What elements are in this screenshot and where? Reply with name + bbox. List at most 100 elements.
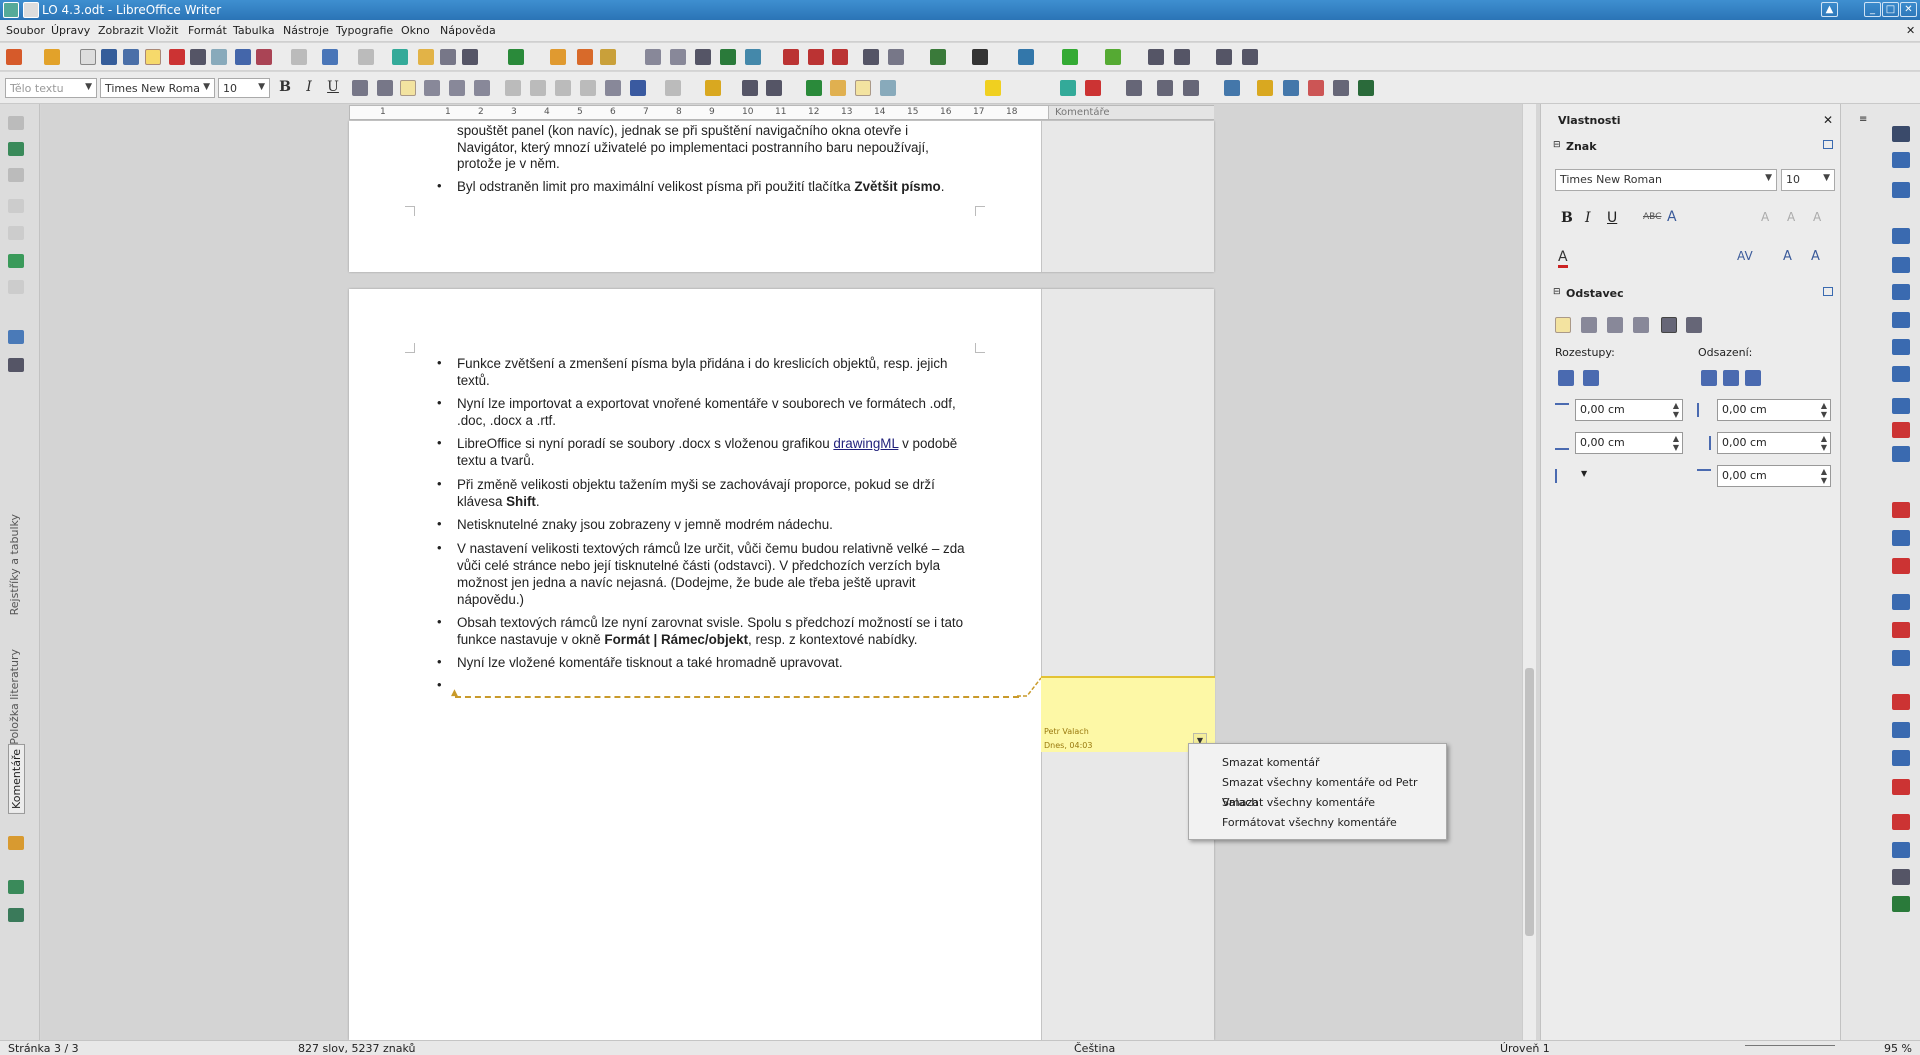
more-options-icon[interactable] [1823, 287, 1833, 296]
print-icon[interactable] [190, 49, 206, 65]
left-tool-icon-1[interactable] [8, 116, 24, 130]
collapse-icon[interactable]: ⊟ [1553, 140, 1561, 150]
increase-spacing-icon[interactable] [1558, 370, 1574, 386]
above-spacing-input[interactable]: 0,00 cm ▲ ▼ [1575, 399, 1683, 421]
font-color-icon[interactable]: A [1558, 249, 1568, 268]
find-icon[interactable] [508, 49, 524, 65]
auto-spellcheck-icon[interactable] [256, 49, 272, 65]
numbering-icon[interactable] [505, 80, 521, 96]
deck-icon-4[interactable] [1892, 228, 1910, 244]
new-document-icon[interactable] [6, 49, 22, 65]
deck-icon-22[interactable] [1892, 779, 1910, 795]
tool-icon-14[interactable] [1283, 80, 1299, 96]
underline-button[interactable]: U [324, 79, 342, 95]
tool-icon-5[interactable] [855, 80, 871, 96]
left-tool-icon-7[interactable] [8, 280, 24, 294]
deck-icon-15[interactable] [1892, 558, 1910, 574]
scrollbar-thumb[interactable] [1525, 668, 1534, 936]
spin-arrows-icon[interactable]: ▲ ▼ [1821, 401, 1827, 419]
cut-icon[interactable] [291, 49, 307, 65]
deck-icon-2[interactable] [1892, 152, 1910, 168]
redo-icon[interactable] [358, 49, 374, 65]
shrink-font-icon[interactable]: A [1787, 210, 1795, 224]
left-tool-icon-5[interactable] [8, 226, 24, 240]
typo-icon-5[interactable] [745, 49, 761, 65]
spin-arrows-icon[interactable]: ▲ ▼ [1673, 401, 1679, 419]
tool-icon-8[interactable] [1085, 80, 1101, 96]
deck-icon-21[interactable] [1892, 750, 1910, 766]
align-center-icon[interactable] [424, 80, 440, 96]
bullets-icon[interactable] [530, 80, 546, 96]
deck-icon-9[interactable] [1892, 366, 1910, 382]
sidebar-underline-button[interactable]: U [1607, 210, 1617, 226]
close-icon[interactable]: ✕ [1823, 113, 1833, 127]
left-tool-icon-3[interactable] [8, 168, 24, 182]
status-page[interactable]: Stránka 3 / 3 [8, 1042, 79, 1055]
deck-icon-7[interactable] [1892, 312, 1910, 328]
more-options-icon[interactable] [1823, 140, 1833, 149]
formatting-marks-icon[interactable] [462, 49, 478, 65]
bold-button[interactable]: B [276, 79, 294, 95]
deck-icon-16[interactable] [1892, 594, 1910, 610]
font-size-combo[interactable]: 10 ▼ [218, 78, 270, 98]
save-as-icon[interactable] [123, 49, 139, 65]
line-spacing-icon[interactable] [1555, 469, 1573, 483]
typo-quote-icon-1[interactable] [645, 49, 661, 65]
left-tool-icon-4[interactable] [8, 199, 24, 213]
paragraph-icon[interactable] [605, 80, 621, 96]
typo-icon-4[interactable] [720, 49, 736, 65]
minimize-button[interactable]: _ [1864, 2, 1881, 17]
macro-icon-1[interactable] [550, 49, 566, 65]
deck-icon-11[interactable] [1892, 422, 1910, 438]
typo-quote-icon-2[interactable] [670, 49, 686, 65]
left-tool-icon-6[interactable] [8, 254, 24, 268]
undo-icon[interactable] [322, 49, 338, 65]
increase-indent-icon[interactable] [1701, 370, 1717, 386]
sidebar-align-center-icon[interactable] [1581, 317, 1597, 333]
tool-icon-15[interactable] [1308, 80, 1324, 96]
menu-help[interactable]: Nápověda [440, 24, 496, 37]
deck-icon-18[interactable] [1892, 650, 1910, 666]
menu-delete-all-comments[interactable]: Smazat všechny komentáře [1189, 793, 1446, 813]
menu-delete-author-comments[interactable]: Smazat všechny komentáře od Petr Valach [1189, 773, 1446, 809]
properties-deck-icon[interactable] [1892, 126, 1910, 142]
edit-mode-icon[interactable] [145, 49, 161, 65]
menu-format-all-comments[interactable]: Formátovat všechny komentáře [1189, 813, 1446, 833]
menu-window[interactable]: Okno [401, 24, 430, 37]
collapse-icon[interactable]: ⊟ [1553, 287, 1561, 297]
tool-icon-11[interactable] [1183, 80, 1199, 96]
spellcheck-icon[interactable] [235, 49, 251, 65]
menu-edit[interactable]: Úpravy [51, 24, 90, 37]
left-tool-icon-10[interactable] [8, 836, 24, 850]
image-icon[interactable] [440, 49, 456, 65]
print-preview-icon[interactable] [211, 49, 227, 65]
macro-icon-3[interactable] [600, 49, 616, 65]
app-menu-icon[interactable] [3, 2, 19, 18]
typo-icon-7[interactable] [808, 49, 824, 65]
deck-icon-13[interactable] [1892, 502, 1910, 518]
deck-icon-8[interactable] [1892, 339, 1910, 355]
left-tool-icon-9[interactable] [8, 358, 24, 372]
deck-icon-26[interactable] [1892, 896, 1910, 912]
tool-icon-1[interactable] [742, 80, 758, 96]
deck-icon-19[interactable] [1892, 694, 1910, 710]
comment-icon[interactable] [985, 80, 1001, 96]
ltr-icon[interactable] [1661, 317, 1677, 333]
italic-button[interactable]: I [300, 79, 318, 95]
crop-icon[interactable] [972, 49, 988, 65]
sidebar-italic-button[interactable]: I [1585, 210, 1591, 226]
table-icon[interactable] [418, 49, 434, 65]
macro-icon-2[interactable] [577, 49, 593, 65]
horizontal-ruler[interactable]: 1 1 2 3 4 5 6 7 8 9 10 11 12 13 14 15 16… [349, 105, 1214, 120]
open-icon[interactable] [44, 49, 60, 65]
zoom-slider[interactable] [1745, 1045, 1835, 1053]
menu-table[interactable]: Tabulka [233, 24, 275, 37]
typo-icon-6[interactable] [783, 49, 799, 65]
tool-icon-4[interactable] [830, 80, 846, 96]
tool-icon-2[interactable] [766, 80, 782, 96]
tab-comments[interactable]: Komentáře [8, 744, 25, 814]
left-tool-icon-12[interactable] [8, 908, 24, 922]
character-spacing-icon[interactable]: AV [1737, 249, 1753, 263]
tab-indexes-tables[interactable]: Rejstříky a tabulky [8, 514, 21, 615]
deck-icon-17[interactable] [1892, 622, 1910, 638]
